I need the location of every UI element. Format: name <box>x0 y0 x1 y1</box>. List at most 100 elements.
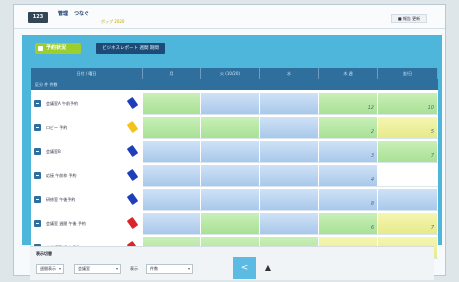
table-row[interactable]: 会議室 週間 午後 予約 6 7 <box>31 212 438 235</box>
schedule-cell[interactable]: 3 <box>319 141 378 162</box>
brand-tag: ポップ 2020 <box>101 19 125 24</box>
row-label: 会議室B <box>46 149 61 154</box>
schedule-cell[interactable] <box>143 117 201 138</box>
view-select[interactable]: 週間表示 <box>36 264 64 274</box>
schedule-cell[interactable] <box>143 141 201 162</box>
tag-icon <box>126 120 139 134</box>
schedule-panel: 予約状況 ビジネスレポート 週間 期間 区分 件 件数 日付 / 曜日月火 (1… <box>22 35 442 259</box>
table-row[interactable]: 会議室B 3 7 <box>31 140 438 163</box>
scroll-up-button[interactable]: ▲ <box>261 261 275 275</box>
tag-icon <box>126 192 139 206</box>
bottom-bar: 表示切替 週間表示 会議室 表示 件数 < ▲ <box>30 246 434 280</box>
row-label-cell: 応接 午前枠 予約 <box>31 164 143 187</box>
schedule-cell[interactable]: 5 <box>378 117 438 138</box>
column-header[interactable]: 月 <box>143 68 201 79</box>
schedule-cell[interactable]: 2 <box>319 117 378 138</box>
schedule-cell[interactable] <box>260 165 319 186</box>
row-label-cell: 会議室 週間 午後 予約 <box>31 212 143 235</box>
schedule-cell[interactable] <box>201 93 260 114</box>
row-label: 会議室A 午前予約 <box>46 101 79 106</box>
schedule-table: 区分 件 件数 日付 / 曜日月火 (10/20) 水木 週金/日 会議室A 午前… <box>31 68 438 259</box>
row-toggle-icon[interactable] <box>34 124 41 131</box>
bottom-title: 表示切替 <box>36 251 52 256</box>
display-label: 表示 <box>130 266 138 271</box>
app-badge[interactable]: 123 <box>28 12 48 23</box>
schedule-cell[interactable] <box>260 189 319 210</box>
schedule-cell[interactable]: 12 <box>319 93 378 114</box>
user-button[interactable]: ■ 報告 更新 <box>391 14 427 23</box>
table-header: 区分 件 件数 日付 / 曜日月火 (10/20) 水木 週金/日 <box>31 68 438 90</box>
schedule-cell[interactable] <box>201 189 260 210</box>
row-toggle-icon[interactable] <box>34 172 41 179</box>
schedule-cell[interactable] <box>143 165 201 186</box>
schedule-cell[interactable]: 4 <box>319 165 378 186</box>
panel-title: 予約状況 <box>46 45 67 51</box>
row-label: ロビー 予約 <box>46 125 68 130</box>
schedule-cell[interactable] <box>201 117 260 138</box>
cell-value: 10 <box>427 105 434 111</box>
cell-value: 12 <box>367 105 374 111</box>
schedule-cell[interactable]: 8 <box>319 189 378 210</box>
share-icon: < <box>240 263 249 273</box>
arrow-up-icon: ▲ <box>264 263 272 272</box>
schedule-cell[interactable] <box>260 213 319 234</box>
table-subheader: 区分 件 件数 <box>35 82 58 87</box>
brand-sub: つなぐ <box>74 11 90 17</box>
cell-value: 8 <box>370 201 374 207</box>
cell-value: 3 <box>370 153 374 159</box>
share-button[interactable]: < <box>233 257 256 279</box>
row-label-cell: 会議室B <box>31 140 143 163</box>
row-toggle-icon[interactable] <box>34 148 41 155</box>
cell-value: 5 <box>430 129 434 135</box>
schedule-cell[interactable]: 6 <box>319 213 378 234</box>
tag-icon <box>126 216 139 230</box>
schedule-cell[interactable] <box>143 213 201 234</box>
table-row[interactable]: 応接 午前枠 予約 4 <box>31 164 438 187</box>
row-label: 応接 午前枠 予約 <box>46 173 77 178</box>
row-label: 会議室 週間 午後 予約 <box>46 221 86 226</box>
schedule-cell[interactable] <box>260 117 319 138</box>
schedule-cell[interactable] <box>378 165 438 186</box>
column-header[interactable]: 木 週 <box>319 68 378 79</box>
tag-icon <box>126 96 139 110</box>
row-label: 研修室 午後予約 <box>46 197 76 202</box>
cell-value: 7 <box>430 225 434 231</box>
schedule-cell[interactable] <box>201 141 260 162</box>
schedule-cell[interactable] <box>260 141 319 162</box>
panel-title-pill[interactable]: 予約状況 <box>35 43 81 54</box>
schedule-cell[interactable]: 7 <box>378 141 438 162</box>
column-header[interactable]: 火 (10/20) <box>201 68 260 79</box>
column-header[interactable]: 金/日 <box>378 68 438 79</box>
schedule-cell[interactable]: 7 <box>378 213 438 234</box>
tag-icon <box>126 144 139 158</box>
cell-value: 6 <box>370 225 374 231</box>
cell-value: 4 <box>370 177 374 183</box>
column-header[interactable]: 水 <box>260 68 319 79</box>
panel-subtitle[interactable]: ビジネスレポート 週間 期間 <box>96 43 165 54</box>
room-select[interactable]: 会議室 <box>74 264 121 274</box>
row-label-cell: ロビー 予約 <box>31 116 143 139</box>
table-row[interactable]: 研修室 午後予約 8 <box>31 188 438 211</box>
schedule-cell[interactable] <box>201 165 260 186</box>
column-header[interactable]: 日付 / 曜日 <box>31 68 143 79</box>
top-bar: 123 管理 つなぐ ポップ 2020 ■ 報告 更新 <box>14 5 445 29</box>
row-toggle-icon[interactable] <box>34 220 41 227</box>
cell-value: 2 <box>370 129 374 135</box>
row-toggle-icon[interactable] <box>34 196 41 203</box>
brand-main: 管理 <box>58 11 69 17</box>
row-label-cell: 研修室 午後予約 <box>31 188 143 211</box>
schedule-cell[interactable] <box>201 213 260 234</box>
table-row[interactable]: ロビー 予約 2 5 <box>31 116 438 139</box>
schedule-cell[interactable] <box>378 189 438 210</box>
row-label-cell: 会議室A 午前予約 <box>31 92 143 115</box>
schedule-cell[interactable] <box>260 93 319 114</box>
brand-logo[interactable]: 管理 つなぐ ポップ 2020 <box>58 10 124 24</box>
schedule-cell[interactable]: 10 <box>378 93 438 114</box>
schedule-cell[interactable] <box>143 93 201 114</box>
schedule-cell[interactable] <box>143 189 201 210</box>
count-select[interactable]: 件数 <box>146 264 193 274</box>
row-toggle-icon[interactable] <box>34 100 41 107</box>
cell-value: 7 <box>430 153 434 159</box>
table-row[interactable]: 会議室A 午前予約 12 10 <box>31 92 438 115</box>
calendar-icon <box>38 46 43 51</box>
